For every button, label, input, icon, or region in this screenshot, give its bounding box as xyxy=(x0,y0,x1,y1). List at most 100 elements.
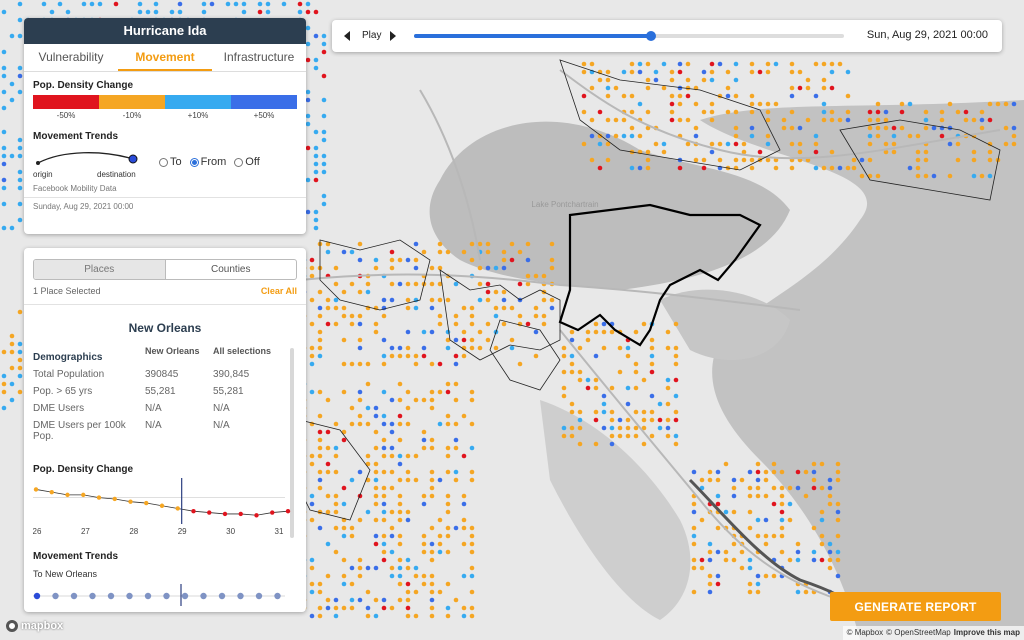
density-dot xyxy=(501,305,507,311)
density-dot xyxy=(673,377,679,383)
density-dot xyxy=(569,409,575,415)
data-point xyxy=(191,509,196,514)
density-dot xyxy=(333,297,339,303)
attribution-osm[interactable]: © OpenStreetMap xyxy=(886,628,951,638)
density-dot xyxy=(469,337,475,343)
density-dot xyxy=(325,429,331,435)
density-dot xyxy=(789,85,795,91)
density-dot xyxy=(357,413,363,419)
density-dot xyxy=(533,305,539,311)
density-dot xyxy=(477,329,483,335)
timeline-track[interactable] xyxy=(414,31,844,41)
density-dot xyxy=(625,345,631,351)
density-dot xyxy=(365,453,371,459)
step-forward-icon[interactable] xyxy=(390,31,396,41)
density-dot xyxy=(381,297,387,303)
density-dot xyxy=(333,305,339,311)
density-dot xyxy=(629,61,635,67)
density-dot xyxy=(645,61,651,67)
density-dot xyxy=(859,157,865,163)
density-dot xyxy=(747,509,753,515)
density-dot xyxy=(907,133,913,139)
density-dot xyxy=(357,573,363,579)
density-dot xyxy=(89,1,95,7)
segment-places[interactable]: Places xyxy=(34,260,166,279)
density-dot xyxy=(461,605,467,611)
density-dot xyxy=(835,501,841,507)
density-dot xyxy=(429,605,435,611)
density-dot xyxy=(907,101,913,107)
density-dot xyxy=(317,453,323,459)
density-dot xyxy=(445,453,451,459)
density-dot xyxy=(493,289,499,295)
density-dot xyxy=(779,501,785,507)
density-dot xyxy=(867,157,873,163)
density-dot xyxy=(461,493,467,499)
density-dot xyxy=(413,613,419,619)
density-dot xyxy=(661,61,667,67)
step-back-icon[interactable] xyxy=(344,31,350,41)
density-dot xyxy=(381,597,387,603)
density-dot xyxy=(657,425,663,431)
density-dot xyxy=(613,133,619,139)
density-dot xyxy=(373,329,379,335)
radio-circle[interactable] xyxy=(234,157,244,167)
density-dot xyxy=(625,425,631,431)
clear-all-link[interactable]: Clear All xyxy=(261,286,297,296)
data-point xyxy=(65,492,70,498)
density-dot xyxy=(389,353,395,359)
density-dot xyxy=(725,93,731,99)
density-dot xyxy=(405,353,411,359)
generate-report-button[interactable]: GENERATE REPORT xyxy=(830,592,1001,621)
density-dot xyxy=(321,73,327,79)
density-dot xyxy=(827,541,833,547)
radio-circle[interactable] xyxy=(189,157,199,167)
density-dot xyxy=(891,141,897,147)
density-dot xyxy=(779,485,785,491)
play-button[interactable]: Play xyxy=(362,30,381,41)
density-dot xyxy=(453,281,459,287)
density-dot xyxy=(915,173,921,179)
density-dot xyxy=(1,73,7,79)
improve-map-link[interactable]: Improve this map xyxy=(954,628,1020,638)
density-dot xyxy=(657,401,663,407)
tab-infrastructure[interactable]: Infrastructure xyxy=(212,44,306,71)
attribution-mapbox[interactable]: © Mapbox xyxy=(847,628,884,638)
density-dot xyxy=(691,565,697,571)
density-dot xyxy=(413,453,419,459)
density-dot xyxy=(1,129,7,135)
density-dot xyxy=(597,141,603,147)
density-dot xyxy=(397,509,403,515)
tab-vulnerability[interactable]: Vulnerability xyxy=(24,44,118,71)
density-dot xyxy=(709,141,715,147)
density-dot xyxy=(617,425,623,431)
tab-movement[interactable]: Movement xyxy=(118,44,212,71)
density-dot xyxy=(707,477,713,483)
density-dot xyxy=(533,353,539,359)
density-dot xyxy=(381,313,387,319)
density-dot xyxy=(955,109,961,115)
density-dot xyxy=(509,305,515,311)
radio-to[interactable]: To xyxy=(159,156,182,168)
density-dot xyxy=(597,77,603,83)
density-dot xyxy=(747,557,753,563)
density-dot xyxy=(845,69,851,75)
radio-circle[interactable] xyxy=(159,157,168,167)
mapbox-logo[interactable]: mapbox xyxy=(6,620,63,632)
radio-label: From xyxy=(200,156,227,168)
density-dot xyxy=(357,345,363,351)
density-dot xyxy=(453,525,459,531)
timeline-handle[interactable] xyxy=(645,31,656,41)
density-dot xyxy=(699,557,705,563)
segment-counties[interactable]: Counties xyxy=(166,260,297,279)
radio-from[interactable]: From xyxy=(189,156,227,168)
density-dot xyxy=(469,257,475,263)
radio-off[interactable]: Off xyxy=(234,156,260,168)
density-dot xyxy=(461,337,467,343)
density-dot xyxy=(757,101,763,107)
density-dot xyxy=(461,541,467,547)
density-dot xyxy=(561,353,567,359)
density-dot xyxy=(397,345,403,351)
density-dot xyxy=(533,329,539,335)
density-dot xyxy=(453,445,459,451)
